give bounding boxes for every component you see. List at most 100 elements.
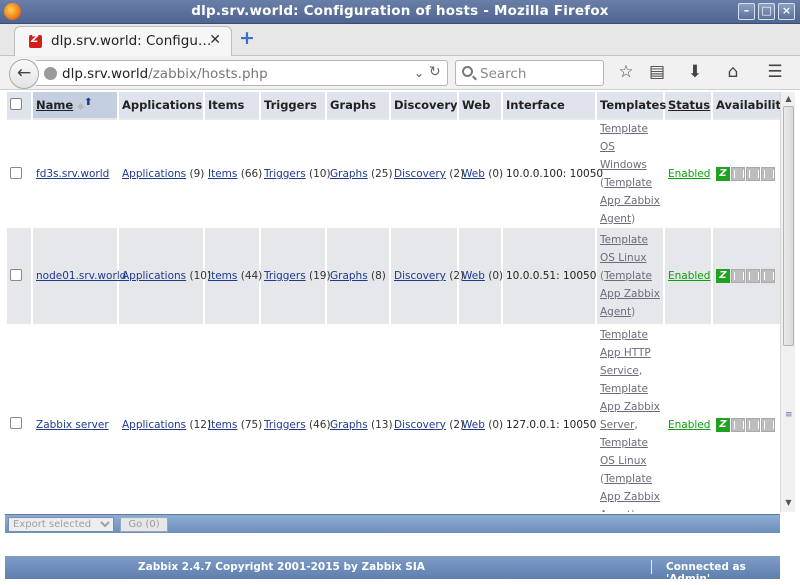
applications-link[interactable]: Applications bbox=[122, 419, 186, 431]
footer-divider bbox=[651, 560, 652, 574]
vertical-scrollbar[interactable]: ▲ ≡ ▼ bbox=[780, 92, 795, 512]
host-name-link[interactable]: fd3s.srv.world bbox=[36, 168, 109, 180]
template-link[interactable]: Template App Zabbix Server bbox=[600, 383, 660, 431]
web-count: (0) bbox=[488, 270, 504, 282]
items-link[interactable]: Items bbox=[208, 419, 237, 431]
browser-tab[interactable]: dlp.srv.world: Configu… ✕ bbox=[14, 26, 232, 56]
go-button[interactable]: Go (0) bbox=[120, 517, 168, 532]
triggers-link[interactable]: Triggers bbox=[264, 419, 306, 431]
bookmark-star-icon[interactable]: ☆ bbox=[615, 61, 637, 83]
web-cell: Web (0) bbox=[459, 120, 504, 230]
table-row: node01.srv.world Applications (10) Items… bbox=[7, 230, 780, 324]
zbx-available-icon: Z bbox=[716, 269, 730, 283]
table-row: fd3s.srv.world Applications (9) Items (6… bbox=[7, 120, 780, 230]
ipmi-unknown-icon bbox=[761, 417, 775, 432]
row-select-cell bbox=[7, 120, 31, 230]
bookmarks-menu-icon[interactable]: ▤ bbox=[646, 61, 668, 83]
header-status[interactable]: Status bbox=[665, 92, 711, 120]
discovery-link[interactable]: Discovery bbox=[394, 419, 446, 431]
web-cell: Web (0) bbox=[459, 230, 504, 324]
discovery-link[interactable]: Discovery bbox=[394, 270, 446, 282]
web-link[interactable]: Web bbox=[462, 419, 485, 431]
web-link[interactable]: Web bbox=[462, 168, 485, 180]
row-checkbox[interactable] bbox=[10, 268, 22, 281]
status-toggle[interactable]: Enabled bbox=[668, 270, 710, 282]
downloads-icon[interactable]: ⬇ bbox=[684, 61, 706, 83]
table-row: Zabbix server Applications (12) Items (7… bbox=[7, 324, 780, 512]
status-toggle[interactable]: Enabled bbox=[668, 419, 710, 431]
template-link[interactable]: Template App Zabbix Agent bbox=[600, 473, 660, 513]
maximize-icon[interactable]: □ bbox=[758, 3, 775, 20]
host-name-link[interactable]: node01.srv.world bbox=[36, 270, 126, 282]
mass-action-select[interactable]: Export selected bbox=[8, 517, 114, 532]
web-count: (0) bbox=[488, 168, 504, 180]
triggers-count: (10) bbox=[309, 168, 331, 180]
url-text[interactable]: dlp.srv.world/zabbix/hosts.php bbox=[62, 66, 268, 82]
home-icon[interactable]: ⌂ bbox=[722, 61, 744, 83]
discovery-cell: Discovery (2) bbox=[391, 324, 464, 512]
header-interface: Interface bbox=[503, 92, 595, 120]
row-checkbox[interactable] bbox=[10, 417, 22, 429]
discovery-cell: Discovery (2) bbox=[391, 120, 464, 230]
interface-cell: 10.0.0.51: 10050 bbox=[503, 230, 596, 324]
discovery-link[interactable]: Discovery bbox=[394, 168, 446, 180]
scroll-down-icon[interactable]: ▼ bbox=[783, 498, 794, 509]
open-menu-icon[interactable]: ☰ bbox=[764, 61, 786, 83]
triggers-cell: Triggers (10) bbox=[261, 120, 331, 230]
template-link[interactable]: Template App Zabbix Agent bbox=[600, 270, 660, 318]
graphs-link[interactable]: Graphs bbox=[330, 419, 368, 431]
sort-status-link[interactable]: Status bbox=[668, 98, 710, 112]
host-name-cell: node01.srv.world bbox=[33, 230, 126, 324]
status-toggle[interactable]: Enabled bbox=[668, 168, 710, 180]
items-count: (75) bbox=[240, 418, 263, 431]
scroll-thumb[interactable] bbox=[783, 106, 794, 346]
template-link[interactable]: Template OS Linux bbox=[600, 234, 648, 264]
graphs-link[interactable]: Graphs bbox=[330, 270, 368, 282]
new-tab-icon[interactable]: + bbox=[239, 29, 255, 48]
triggers-cell: Triggers (46) bbox=[261, 324, 331, 512]
header-name[interactable]: Name ◆⬆ bbox=[33, 92, 117, 120]
items-cell: Items (44) bbox=[205, 230, 262, 324]
items-link[interactable]: Items bbox=[208, 168, 237, 180]
template-link[interactable]: Template App Zabbix Agent bbox=[600, 177, 660, 225]
items-count: (66) bbox=[240, 168, 263, 180]
scroll-up-icon[interactable]: ▲ bbox=[783, 94, 794, 105]
header-items: Items bbox=[205, 92, 259, 120]
applications-link[interactable]: Applications bbox=[122, 168, 186, 180]
graphs-count: (8) bbox=[371, 270, 386, 282]
applications-cell: Applications (12) bbox=[119, 324, 211, 512]
sort-name-link[interactable]: Name bbox=[36, 98, 73, 112]
availability-cell: Z bbox=[713, 120, 780, 230]
items-link[interactable]: Items bbox=[208, 270, 237, 282]
minimize-icon[interactable]: – bbox=[738, 3, 755, 20]
reload-icon[interactable]: ↻ bbox=[429, 64, 441, 80]
zabbix-favicon-icon bbox=[29, 34, 42, 48]
row-checkbox[interactable] bbox=[10, 166, 22, 179]
mass-action-bar: Export selected Go (0) bbox=[5, 514, 780, 533]
tab-label: dlp.srv.world: Configu… bbox=[51, 33, 212, 49]
template-link[interactable]: Template OS Linux bbox=[600, 437, 648, 467]
close-window-icon[interactable]: × bbox=[778, 3, 795, 20]
url-bar[interactable]: dlp.srv.world/zabbix/hosts.php ⌄ ↻ bbox=[36, 60, 448, 86]
url-dropdown-icon[interactable]: ⌄ bbox=[414, 66, 424, 80]
items-cell: Items (75) bbox=[205, 324, 262, 512]
triggers-link[interactable]: Triggers bbox=[264, 270, 306, 282]
items-cell: Items (66) bbox=[205, 120, 262, 230]
ipmi-unknown-icon bbox=[761, 167, 775, 181]
graphs-link[interactable]: Graphs bbox=[330, 168, 368, 180]
select-all-checkbox[interactable] bbox=[10, 97, 22, 110]
footer-bar: Zabbix 2.4.7 Copyright 2001-2015 by Zabb… bbox=[5, 556, 780, 585]
table-header-row: Name ◆⬆ Applications Items Triggers Grap… bbox=[7, 92, 780, 120]
search-box[interactable] bbox=[455, 60, 604, 86]
host-name-link[interactable]: Zabbix server bbox=[36, 419, 109, 431]
back-button[interactable]: ← bbox=[9, 59, 39, 89]
applications-link[interactable]: Applications bbox=[122, 270, 186, 282]
search-input[interactable] bbox=[480, 65, 598, 82]
jmx-unknown-icon bbox=[746, 417, 760, 432]
tab-close-icon[interactable]: ✕ bbox=[209, 32, 221, 48]
web-link[interactable]: Web bbox=[462, 270, 485, 282]
template-link[interactable]: Template App HTTP Service bbox=[600, 329, 651, 377]
triggers-link[interactable]: Triggers bbox=[264, 168, 306, 180]
template-link[interactable]: Template OS Windows bbox=[600, 123, 648, 171]
globe-icon bbox=[44, 67, 57, 80]
